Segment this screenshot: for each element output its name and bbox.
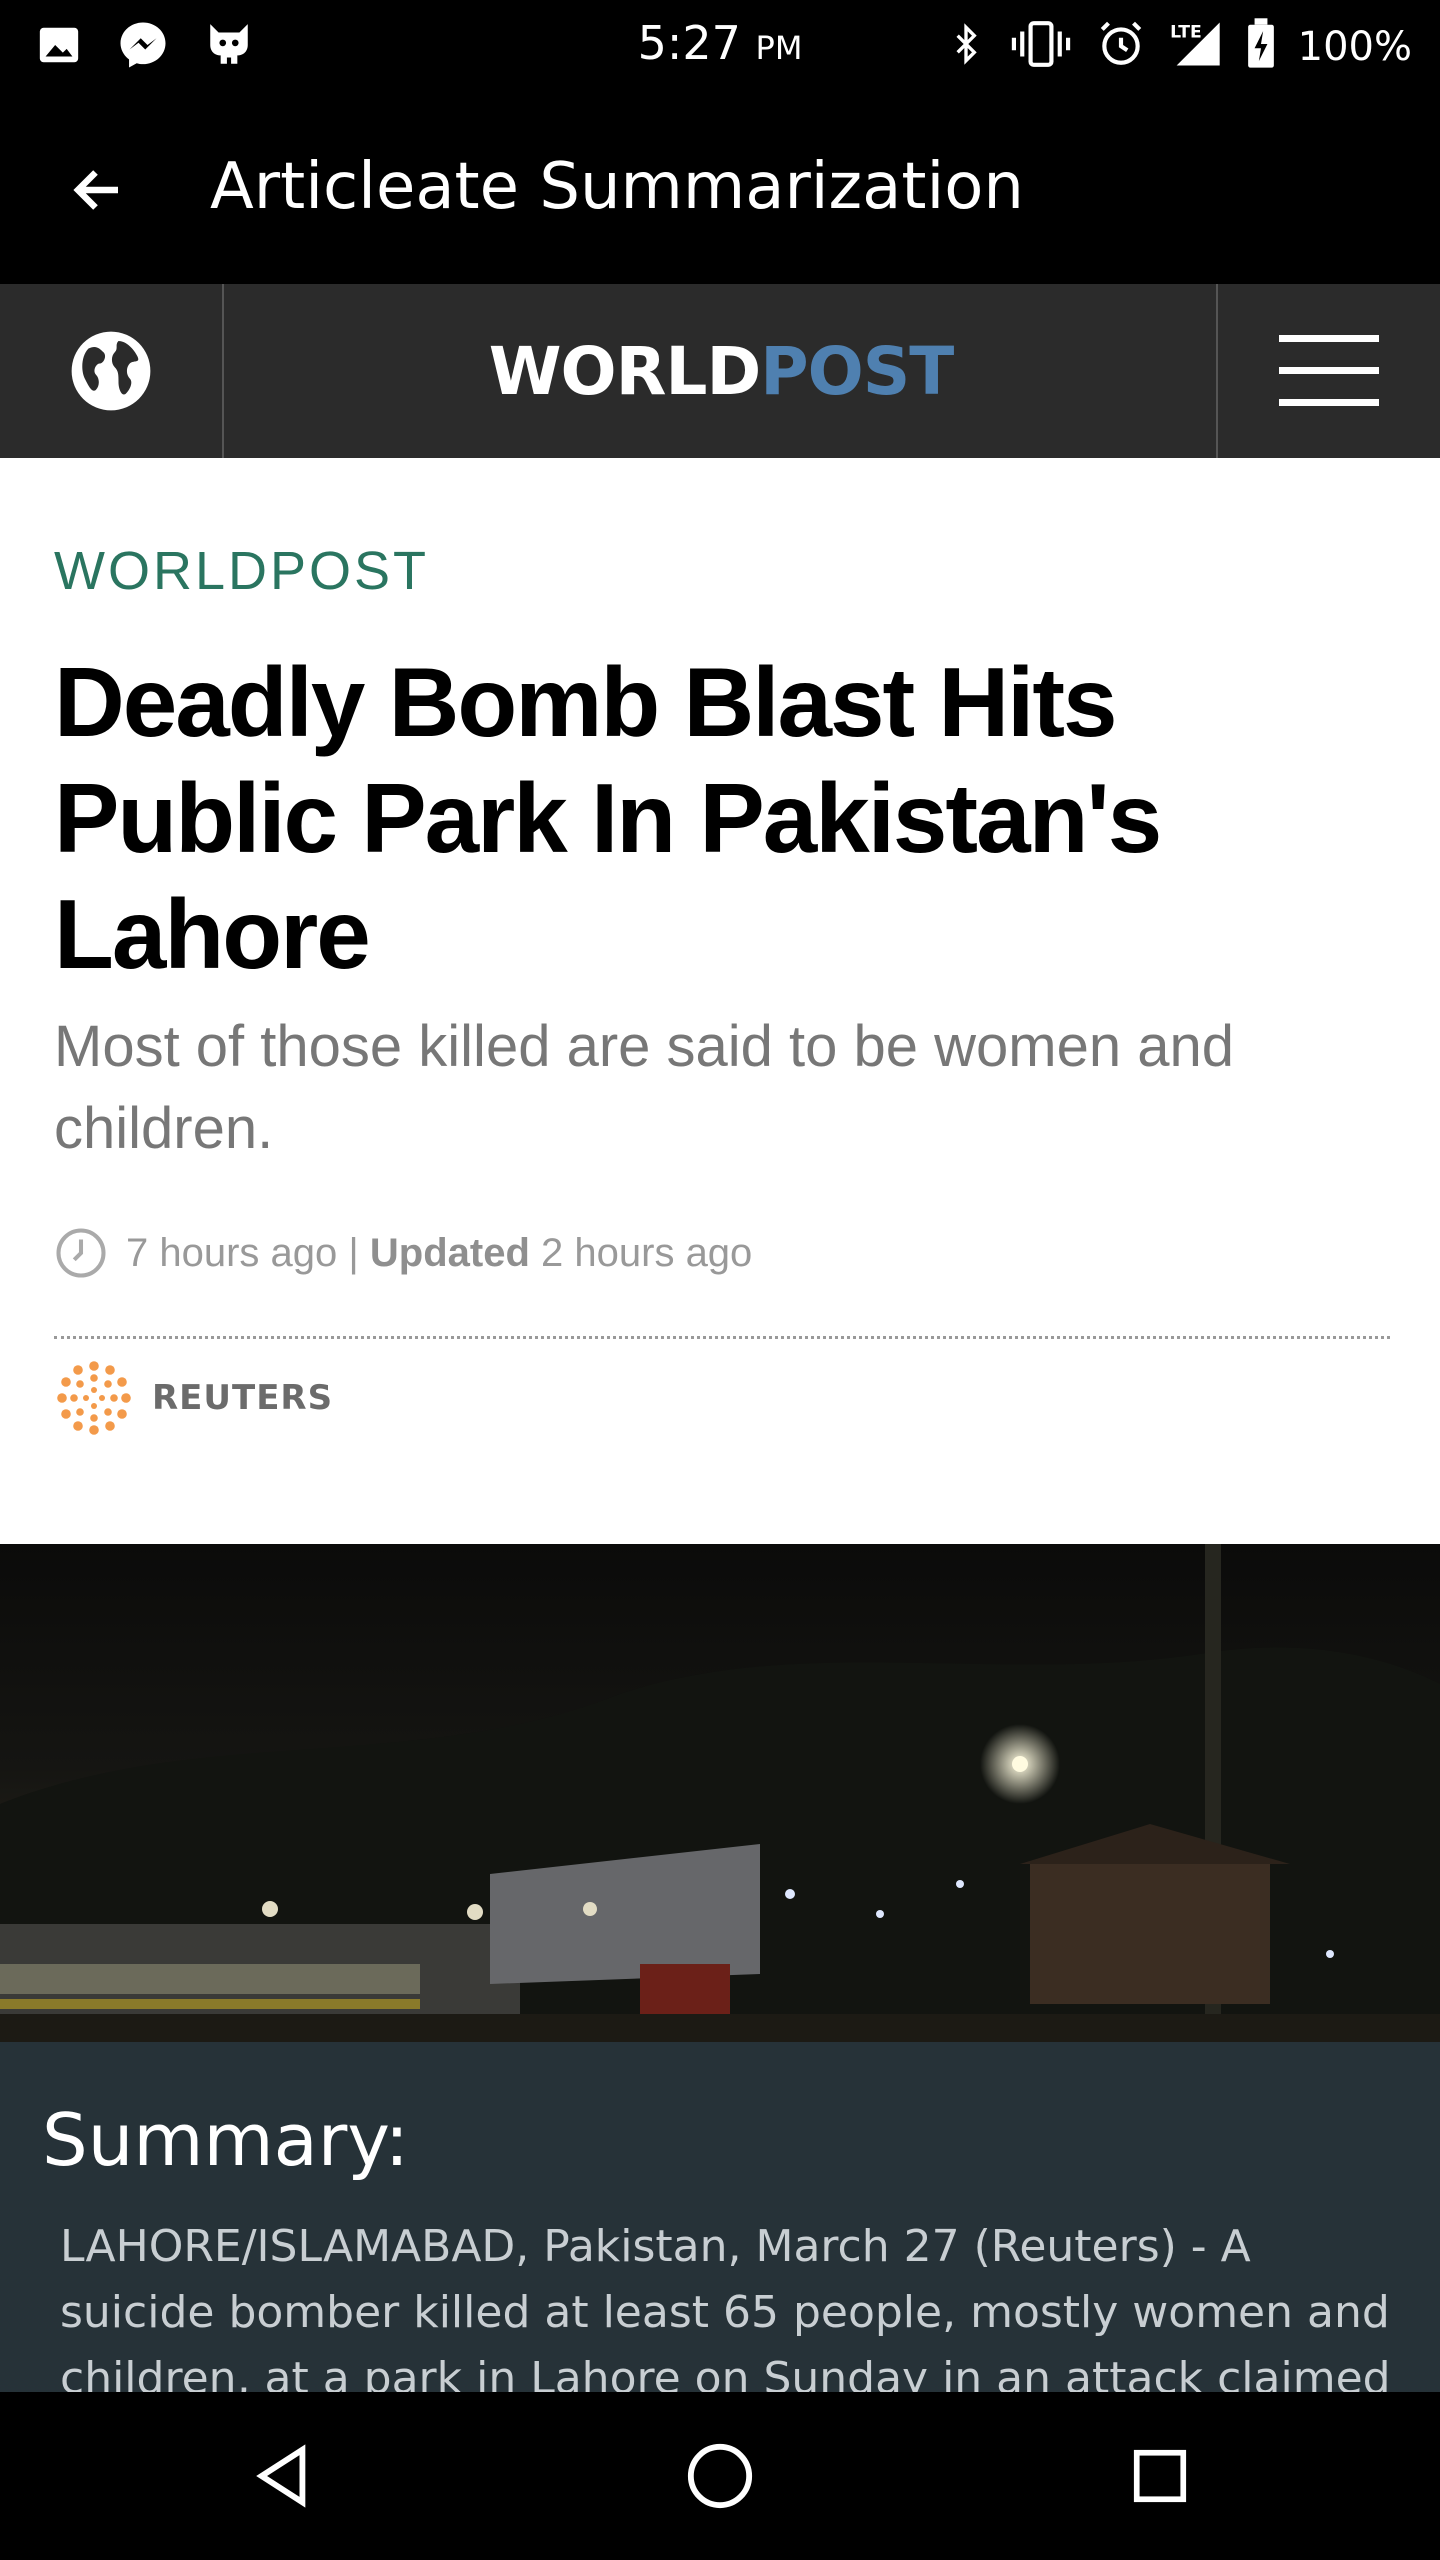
posted-time: 7 hours ago | [126, 1230, 359, 1275]
arrow-back-icon [73, 170, 118, 210]
back-button[interactable] [48, 140, 148, 240]
updated-label: Updated [369, 1230, 530, 1275]
divider [54, 1336, 1390, 1339]
battery-percent: 100% [1297, 23, 1412, 70]
article-header: WORLDPOST Deadly Bomb Blast Hits Public … [0, 458, 1440, 1544]
headline: Deadly Bomb Blast Hits Public Park In Pa… [54, 647, 1162, 989]
nav-home-button[interactable] [660, 2426, 780, 2526]
globe-button[interactable] [0, 284, 224, 458]
worldpost-logo[interactable]: WORLD POST [226, 284, 1216, 458]
app-title: Articleate Summarization [210, 150, 1024, 224]
clock-icon [54, 1226, 108, 1280]
nav-back-button[interactable] [222, 2426, 342, 2526]
alarm-icon [1096, 19, 1146, 74]
lte-signal-icon: LTE [1168, 18, 1224, 75]
updated-time: 2 hours ago [541, 1230, 753, 1275]
svg-text:LTE: LTE [1170, 23, 1202, 43]
square-recents-icon [1133, 2449, 1187, 2503]
source-credit: REUTERS [54, 1358, 333, 1438]
status-bar: 5:27 PM LTE 100% [0, 0, 1440, 96]
article-timestamp: 7 hours ago | Updated 2 hours ago [54, 1226, 752, 1280]
triangle-back-icon [256, 2444, 306, 2508]
navigation-bar [0, 2392, 1440, 2560]
summary-title: Summary: [42, 2098, 409, 2182]
hamburger-menu-icon [1279, 335, 1379, 406]
article-photo [0, 1544, 1440, 2042]
nav-recents-button[interactable] [1100, 2426, 1220, 2526]
section-label[interactable]: WORLDPOST [54, 540, 429, 602]
article-dek: Most of those killed are said to be wome… [54, 1014, 1234, 1161]
battery-charging-icon [1246, 18, 1276, 75]
app-bar: Articleate Summarization [0, 96, 1440, 284]
site-header: WORLD POST [0, 284, 1440, 458]
globe-icon [71, 331, 151, 411]
reuters-logo-icon [57, 1361, 131, 1435]
park-night-scene [0, 1544, 1440, 2042]
source-name: REUTERS [152, 1378, 334, 1418]
bluetooth-icon [946, 20, 986, 73]
summary-text: LAHORE/ISLAMABAD, Pakistan, March 27 (Re… [60, 2221, 1391, 2392]
menu-button[interactable] [1216, 284, 1440, 458]
summary-panel: Summary: LAHORE/ISLAMABAD, Pakistan, Mar… [0, 2042, 1440, 2392]
vibrate-icon [1008, 19, 1074, 74]
circle-home-icon [687, 2443, 753, 2509]
